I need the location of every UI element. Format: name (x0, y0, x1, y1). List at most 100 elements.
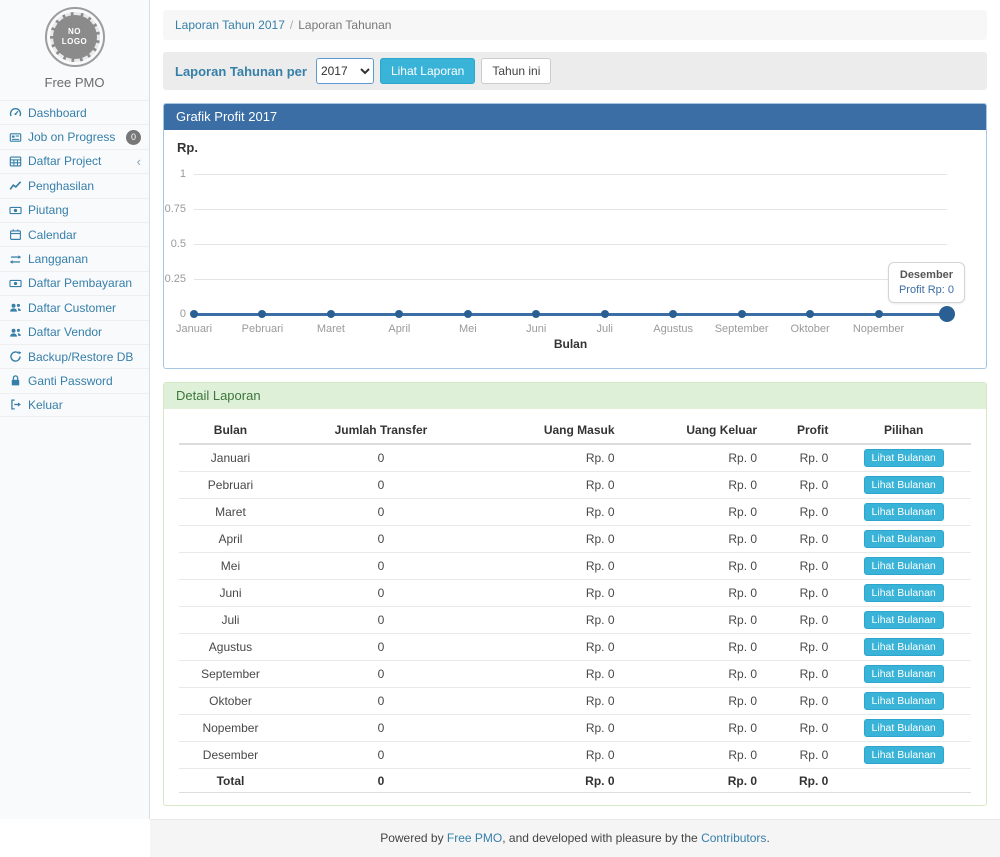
month-cell: Pebruari (179, 472, 282, 499)
pilihan-cell: Lihat Bulanan (836, 526, 971, 553)
sidebar-item-label: Daftar Customer (28, 301, 116, 315)
lihat-bulanan-button[interactable]: Lihat Bulanan (864, 557, 944, 575)
lihat-bulanan-button[interactable]: Lihat Bulanan (864, 665, 944, 683)
users-icon (9, 326, 22, 339)
year-filter-bar: Laporan Tahunan per 2017 Lihat Laporan T… (163, 52, 987, 90)
y-tick-label: 0.25 (165, 273, 186, 285)
total-keluar-cell: Rp. 0 (623, 769, 766, 793)
lihat-bulanan-button[interactable]: Lihat Bulanan (864, 638, 944, 656)
header-jumlah-transfer: Jumlah Transfer (282, 417, 480, 444)
header-bulan: Bulan (179, 417, 282, 444)
uang-keluar-cell: Rp. 0 (623, 661, 766, 688)
breadcrumb-current: Laporan Tahunan (298, 18, 391, 32)
logo-text-line2: LOGO (62, 37, 88, 47)
data-point-januari[interactable] (190, 310, 198, 318)
sidebar-item-daftar-pembayaran[interactable]: Daftar Pembayaran (0, 271, 149, 295)
sidebar-item-piutang[interactable]: Piutang (0, 198, 149, 222)
data-point-september[interactable] (738, 310, 746, 318)
x-tick-label: Januari (176, 323, 212, 335)
sidebar-item-daftar-customer[interactable]: Daftar Customer (0, 295, 149, 319)
uang-masuk-cell: Rp. 0 (480, 580, 623, 607)
sidebar-item-label: Piutang (28, 203, 69, 217)
data-point-juli[interactable] (601, 310, 609, 318)
month-cell: Juni (179, 580, 282, 607)
total-transfer-cell: 0 (282, 769, 480, 793)
sidebar-nav: Dashboard Job on Progress 0 (0, 100, 149, 417)
pilihan-cell: Lihat Bulanan (836, 580, 971, 607)
sidebar-item-daftar-vendor[interactable]: Daftar Vendor (0, 320, 149, 344)
sidebar-item-label: Calendar (28, 228, 77, 242)
page: NO LOGO Free PMO Dashboard (0, 0, 1000, 819)
lihat-bulanan-button[interactable]: Lihat Bulanan (864, 746, 944, 764)
data-point-mei[interactable] (464, 310, 472, 318)
data-point-nopember[interactable] (875, 310, 883, 318)
data-point-oktober[interactable] (806, 310, 814, 318)
sidebar-item-ganti-password[interactable]: Ganti Password (0, 368, 149, 392)
lihat-bulanan-button[interactable]: Lihat Bulanan (864, 449, 944, 467)
sign-out-icon (9, 398, 22, 411)
sidebar-item-langganan[interactable]: Langganan (0, 246, 149, 270)
profit-chart-panel: Grafik Profit 2017 Rp. Desember Profit R… (163, 103, 987, 369)
y-tick-label: 1 (180, 168, 186, 180)
profit-chart-plot: Desember Profit Rp: 0 10.750.50.250Janua… (194, 174, 947, 314)
lihat-bulanan-button[interactable]: Lihat Bulanan (864, 530, 944, 548)
lihat-bulanan-button[interactable]: Lihat Bulanan (864, 503, 944, 521)
tahun-ini-button[interactable]: Tahun ini (481, 58, 551, 84)
profit-chart: Rp. Desember Profit Rp: 0 10.750.50.250J… (164, 130, 986, 368)
x-tick-label: Oktober (791, 323, 830, 335)
main-content: Laporan Tahun 2017/Laporan Tahunan Lapor… (150, 0, 1000, 819)
year-select[interactable]: 2017 (316, 58, 374, 84)
month-cell: Oktober (179, 688, 282, 715)
lihat-laporan-button[interactable]: Lihat Laporan (380, 58, 475, 84)
data-point-april[interactable] (395, 310, 403, 318)
x-tick-label: April (388, 323, 410, 335)
jumlah-transfer-cell: 0 (282, 661, 480, 688)
sidebar-item-penghasilan[interactable]: Penghasilan (0, 173, 149, 197)
sidebar-item-daftar-project[interactable]: Daftar Project ‹ (0, 149, 149, 173)
jumlah-transfer-cell: 0 (282, 715, 480, 742)
uang-masuk-cell: Rp. 0 (480, 661, 623, 688)
table-row: Maret0Rp. 0Rp. 0Rp. 0Lihat Bulanan (179, 499, 971, 526)
lihat-bulanan-button[interactable]: Lihat Bulanan (864, 719, 944, 737)
data-point-agustus[interactable] (669, 310, 677, 318)
data-point-pebruari[interactable] (258, 310, 266, 318)
sidebar-item-label: Ganti Password (28, 374, 113, 388)
lihat-bulanan-button[interactable]: Lihat Bulanan (864, 476, 944, 494)
sidebar-item-job-on-progress[interactable]: Job on Progress 0 (0, 124, 149, 148)
lihat-bulanan-button[interactable]: Lihat Bulanan (864, 584, 944, 602)
jumlah-transfer-cell: 0 (282, 526, 480, 553)
uang-masuk-cell: Rp. 0 (480, 444, 623, 472)
data-point-juni[interactable] (532, 310, 540, 318)
uang-keluar-cell: Rp. 0 (623, 472, 766, 499)
header-pilihan: Pilihan (836, 417, 971, 444)
sidebar-item-dashboard[interactable]: Dashboard (0, 100, 149, 124)
profit-cell: Rp. 0 (765, 580, 836, 607)
x-tick-label: Mei (459, 323, 477, 335)
sidebar-item-label: Daftar Project (28, 154, 101, 168)
contributors-link[interactable]: Contributors (701, 831, 766, 845)
sidebar-item-backup-restore-db[interactable]: Backup/Restore DB (0, 344, 149, 368)
free-pmo-link[interactable]: Free PMO (447, 831, 502, 845)
uang-masuk-cell: Rp. 0 (480, 472, 623, 499)
sidebar-item-keluar[interactable]: Keluar (0, 393, 149, 417)
header-uang-keluar: Uang Keluar (623, 417, 766, 444)
lihat-bulanan-button[interactable]: Lihat Bulanan (864, 611, 944, 629)
table-row: Nopember0Rp. 0Rp. 0Rp. 0Lihat Bulanan (179, 715, 971, 742)
data-point-maret[interactable] (327, 310, 335, 318)
pilihan-cell: Lihat Bulanan (836, 607, 971, 634)
jumlah-transfer-cell: 0 (282, 553, 480, 580)
sidebar-item-calendar[interactable]: Calendar (0, 222, 149, 246)
table-row: Pebruari0Rp. 0Rp. 0Rp. 0Lihat Bulanan (179, 472, 971, 499)
x-tick-label: Pebruari (242, 323, 284, 335)
y-tick-label: 0.5 (171, 238, 186, 250)
chart-panel-title: Grafik Profit 2017 (164, 104, 986, 130)
month-cell: Desember (179, 742, 282, 769)
month-cell: April (179, 526, 282, 553)
pilihan-cell: Lihat Bulanan (836, 742, 971, 769)
sidebar-item-label: Backup/Restore DB (28, 350, 133, 364)
y-tick-label: 0 (180, 308, 186, 320)
breadcrumb-link[interactable]: Laporan Tahun 2017 (175, 18, 285, 32)
data-point-desember[interactable] (939, 306, 955, 322)
gridline (194, 174, 947, 175)
lihat-bulanan-button[interactable]: Lihat Bulanan (864, 692, 944, 710)
